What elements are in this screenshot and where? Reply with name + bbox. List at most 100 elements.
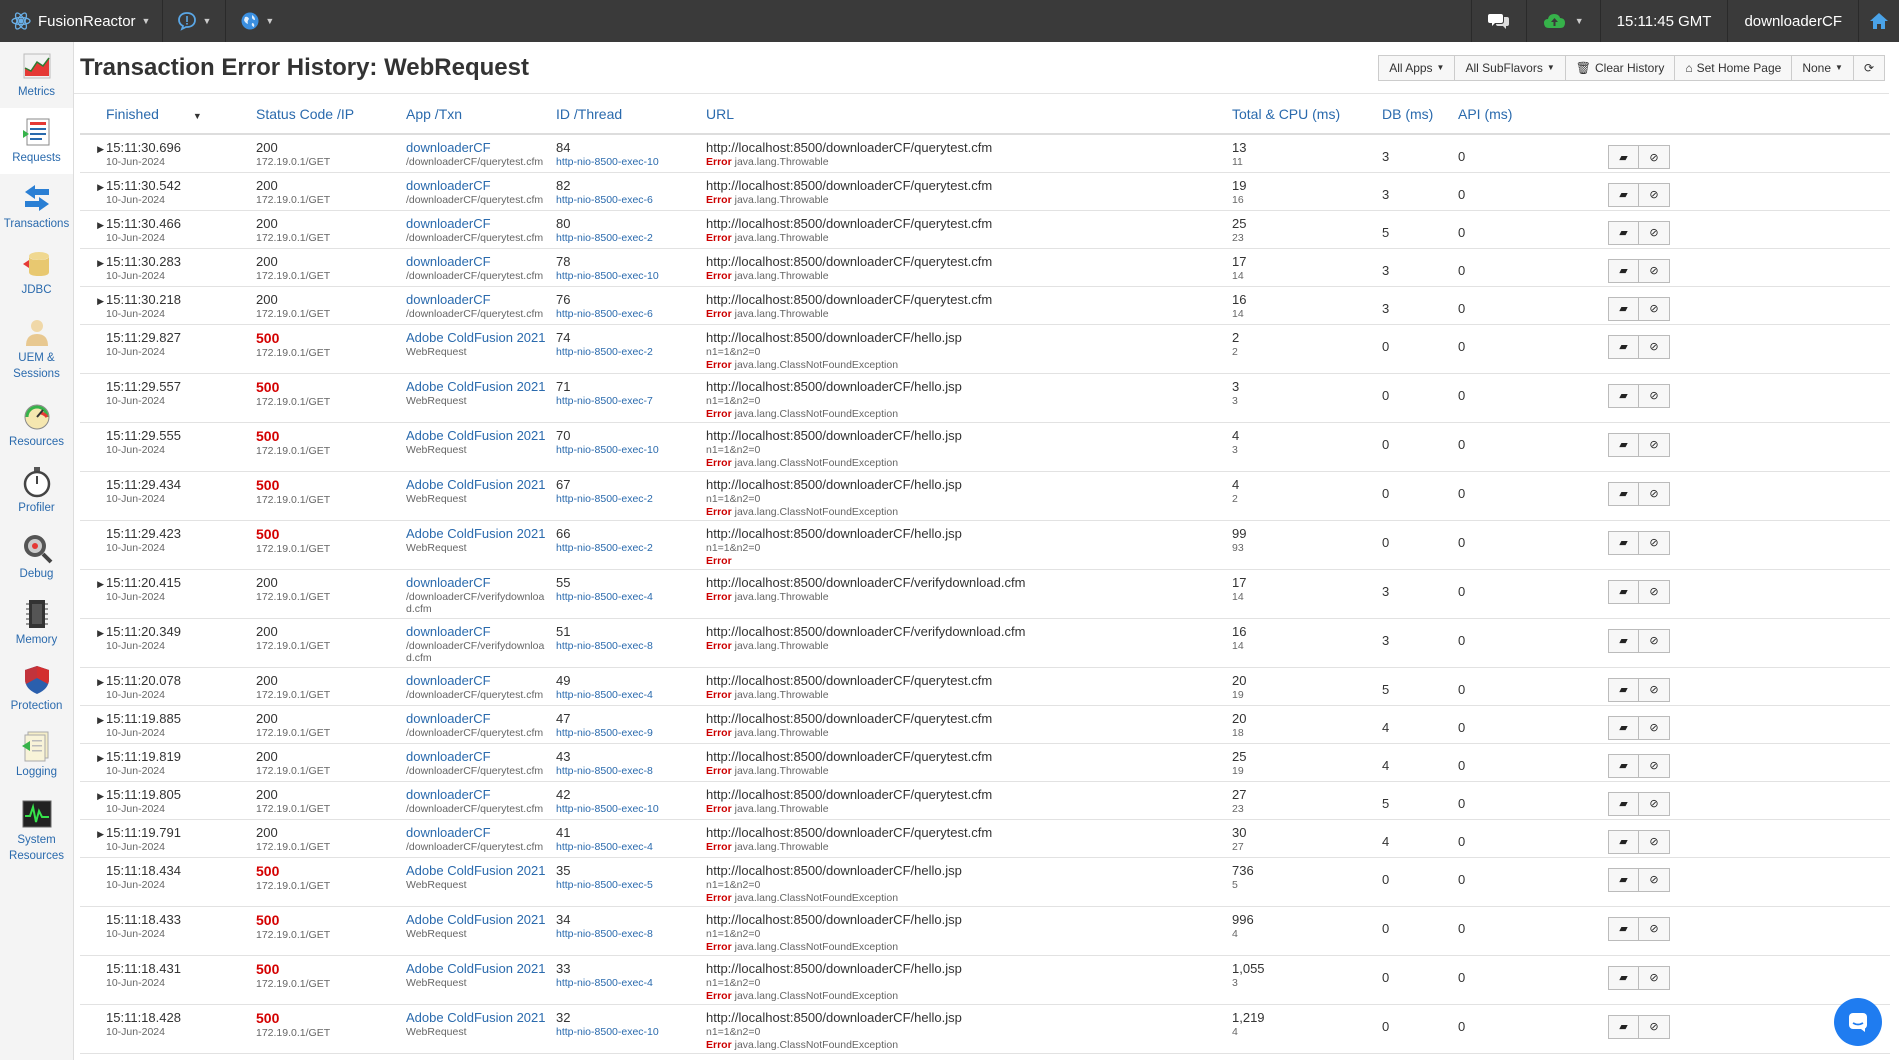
column-header-api[interactable]: API (ms) [1458, 94, 1608, 135]
request-url[interactable]: http://localhost:8500/downloaderCF/hello… [706, 526, 962, 541]
instance-menu[interactable]: ▼ [225, 0, 288, 42]
app-link[interactable]: Adobe ColdFusion 2021 [406, 526, 546, 541]
column-header-db[interactable]: DB (ms) [1382, 94, 1458, 135]
request-url[interactable]: http://localhost:8500/downloaderCF/hello… [706, 477, 962, 492]
thread-name[interactable]: http-nio-8500-exec-4 [556, 689, 706, 701]
details-button[interactable]: ▰ [1608, 481, 1639, 506]
table-row[interactable]: ▶ 15:11:19.819 10-Jun-2024 200 172.19.0.1/GE… [80, 743, 1890, 782]
table-row[interactable]: 15:11:29.555 10-Jun-2024 500 172.19.0.1/GET… [80, 422, 1890, 472]
ignore-button[interactable]: ⊘ [1639, 791, 1670, 816]
expand-toggle[interactable]: ▶ [80, 618, 106, 668]
sidebar-item-requests[interactable]: Requests [0, 108, 73, 174]
sidebar-item-protection[interactable]: Protection [0, 656, 73, 722]
table-row[interactable]: ▶ 15:11:20.078 10-Jun-2024 200 172.19.0.1/GE… [80, 667, 1890, 706]
expand-toggle[interactable]: ▶ [80, 248, 106, 287]
details-button[interactable]: ▰ [1608, 296, 1639, 321]
expand-toggle[interactable]: ▶ [80, 781, 106, 820]
app-link[interactable]: downloaderCF [406, 624, 491, 639]
alerts-menu[interactable]: ▼ [162, 0, 225, 42]
request-url[interactable]: http://localhost:8500/downloaderCF/hello… [706, 912, 962, 927]
thread-name[interactable]: http-nio-8500-exec-2 [556, 493, 706, 505]
table-row[interactable]: 15:11:18.434 10-Jun-2024 500 172.19.0.1/GET… [80, 857, 1890, 907]
sidebar-item-resources[interactable]: Resources [0, 392, 73, 458]
request-url[interactable]: http://localhost:8500/downloaderCF/verif… [706, 575, 1025, 590]
table-row[interactable]: ▶ 15:11:30.542 10-Jun-2024 200 172.19.0.1/GE… [80, 172, 1890, 211]
table-row[interactable]: ▶ 15:11:20.349 10-Jun-2024 200 172.19.0.1/GE… [80, 618, 1890, 668]
table-row[interactable]: ▶ 15:11:20.415 10-Jun-2024 200 172.19.0.1/GE… [80, 569, 1890, 619]
request-url[interactable]: http://localhost:8500/downloaderCF/hello… [706, 379, 962, 394]
details-button[interactable]: ▰ [1608, 145, 1639, 169]
details-button[interactable]: ▰ [1608, 965, 1639, 990]
details-button[interactable]: ▰ [1608, 220, 1639, 245]
all-apps-dropdown[interactable]: All Apps ▼ [1378, 54, 1456, 81]
app-link[interactable]: Adobe ColdFusion 2021 [406, 428, 546, 443]
thread-name[interactable]: http-nio-8500-exec-10 [556, 156, 706, 168]
column-header-app[interactable]: App /Txn [406, 94, 556, 135]
request-url[interactable]: http://localhost:8500/downloaderCF/query… [706, 787, 992, 802]
thread-name[interactable]: http-nio-8500-exec-8 [556, 640, 706, 652]
table-row[interactable]: ▶ 15:11:30.696 10-Jun-2024 200 172.19.0.1/GE… [80, 134, 1890, 173]
details-button[interactable]: ▰ [1608, 916, 1639, 941]
clear-history-button[interactable]: 🗑 Clear History [1565, 54, 1676, 81]
thread-name[interactable]: http-nio-8500-exec-2 [556, 542, 706, 554]
details-button[interactable]: ▰ [1608, 334, 1639, 359]
details-button[interactable]: ▰ [1608, 579, 1639, 604]
sidebar-item-transactions[interactable]: Transactions [0, 174, 73, 240]
request-url[interactable]: http://localhost:8500/downloaderCF/query… [706, 140, 992, 155]
table-row[interactable]: ▶ 15:11:19.791 10-Jun-2024 200 172.19.0.1/GE… [80, 819, 1890, 858]
request-url[interactable]: http://localhost:8500/downloaderCF/query… [706, 711, 992, 726]
details-button[interactable]: ▰ [1608, 530, 1639, 555]
app-link[interactable]: Adobe ColdFusion 2021 [406, 863, 546, 878]
thread-name[interactable]: http-nio-8500-exec-4 [556, 591, 706, 603]
column-header-url[interactable]: URL [706, 94, 1232, 135]
ignore-button[interactable]: ⊘ [1639, 432, 1670, 457]
ignore-button[interactable]: ⊘ [1639, 829, 1670, 854]
app-link[interactable]: downloaderCF [406, 711, 491, 726]
thread-name[interactable]: http-nio-8500-exec-10 [556, 444, 706, 456]
thread-name[interactable]: http-nio-8500-exec-9 [556, 727, 706, 739]
sidebar-item-logging[interactable]: Logging [0, 722, 73, 788]
app-link[interactable]: Adobe ColdFusion 2021 [406, 330, 546, 345]
ignore-button[interactable]: ⊘ [1639, 145, 1670, 169]
column-header-id[interactable]: ID /Thread [556, 94, 706, 135]
expand-toggle[interactable]: ▶ [80, 134, 106, 173]
ignore-button[interactable]: ⊘ [1639, 258, 1670, 283]
ignore-button[interactable]: ⊘ [1639, 296, 1670, 321]
ignore-button[interactable]: ⊘ [1639, 334, 1670, 359]
expand-toggle[interactable]: ▶ [80, 172, 106, 211]
refresh-button[interactable]: ⟳ [1853, 54, 1885, 81]
expand-toggle[interactable]: ▶ [80, 819, 106, 858]
sidebar-item-metrics[interactable]: Metrics [0, 42, 73, 108]
request-url[interactable]: http://localhost:8500/downloaderCF/query… [706, 254, 992, 269]
table-row[interactable]: 15:11:18.433 10-Jun-2024 500 172.19.0.1/GET… [80, 906, 1890, 956]
app-link[interactable]: downloaderCF [406, 787, 491, 802]
app-link[interactable]: downloaderCF [406, 749, 491, 764]
request-url[interactable]: http://localhost:8500/downloaderCF/query… [706, 292, 992, 307]
ignore-button[interactable]: ⊘ [1639, 715, 1670, 740]
brand-menu[interactable]: FusionReactor ▼ [0, 0, 162, 42]
details-button[interactable]: ▰ [1608, 432, 1639, 457]
expand-toggle[interactable]: ▶ [80, 667, 106, 706]
thread-name[interactable]: http-nio-8500-exec-5 [556, 879, 706, 891]
app-link[interactable]: downloaderCF [406, 178, 491, 193]
app-link[interactable]: Adobe ColdFusion 2021 [406, 1010, 546, 1025]
ignore-button[interactable]: ⊘ [1639, 753, 1670, 778]
details-button[interactable]: ▰ [1608, 677, 1639, 702]
thread-name[interactable]: http-nio-8500-exec-2 [556, 346, 706, 358]
table-row[interactable]: ▶ 15:11:30.283 10-Jun-2024 200 172.19.0.1/GE… [80, 248, 1890, 287]
ignore-button[interactable]: ⊘ [1639, 579, 1670, 604]
app-link[interactable]: downloaderCF [406, 575, 491, 590]
request-url[interactable]: http://localhost:8500/downloaderCF/query… [706, 673, 992, 688]
thread-name[interactable]: http-nio-8500-exec-4 [556, 841, 706, 853]
thread-name[interactable]: http-nio-8500-exec-6 [556, 194, 706, 206]
thread-name[interactable]: http-nio-8500-exec-7 [556, 395, 706, 407]
table-row[interactable]: 15:11:18.428 10-Jun-2024 500 172.19.0.1/GET… [80, 1004, 1890, 1054]
details-button[interactable]: ▰ [1608, 791, 1639, 816]
request-url[interactable]: http://localhost:8500/downloaderCF/hello… [706, 863, 962, 878]
request-url[interactable]: http://localhost:8500/downloaderCF/hello… [706, 961, 962, 976]
details-button[interactable]: ▰ [1608, 867, 1639, 892]
app-link[interactable]: downloaderCF [406, 825, 491, 840]
ignore-button[interactable]: ⊘ [1639, 965, 1670, 990]
details-button[interactable]: ▰ [1608, 829, 1639, 854]
table-row[interactable]: 15:11:29.827 10-Jun-2024 500 172.19.0.1/GET… [80, 324, 1890, 374]
